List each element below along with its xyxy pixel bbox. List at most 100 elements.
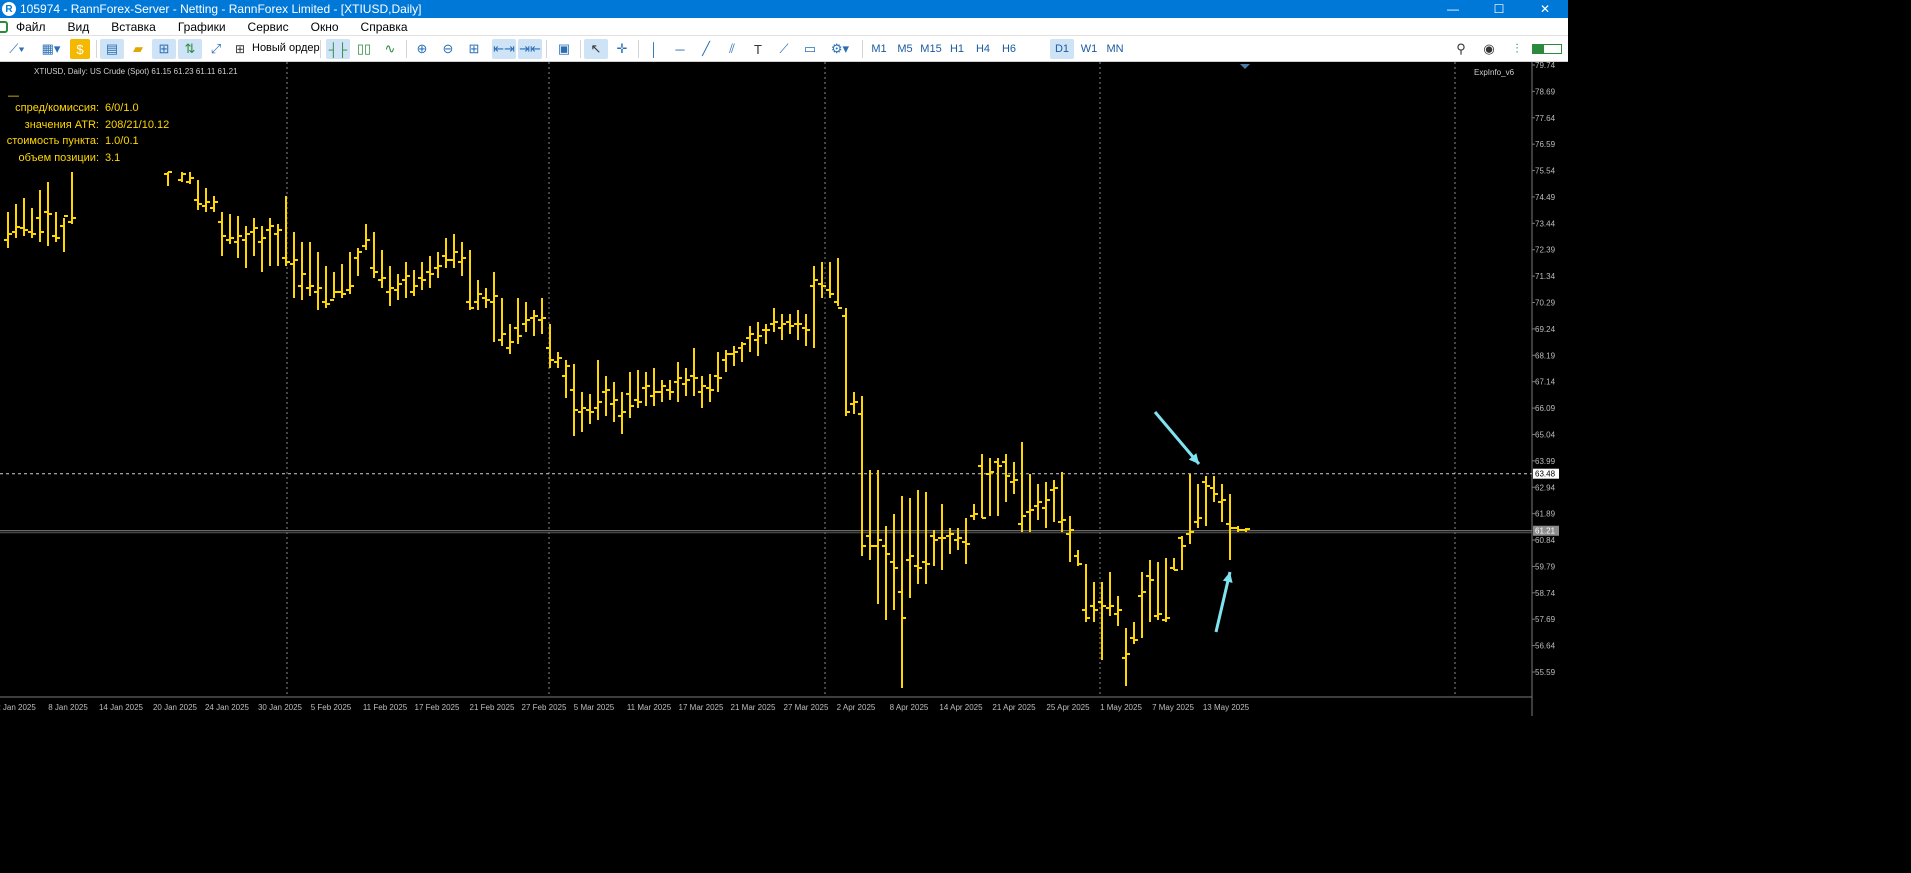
- trendline-icon[interactable]: ╱: [694, 39, 718, 59]
- price-bar: [778, 314, 786, 340]
- market-watch-icon[interactable]: ▤: [100, 39, 124, 59]
- autoscroll-icon[interactable]: ⇤⇥: [492, 39, 516, 59]
- line-chart-icon[interactable]: ∿: [378, 39, 402, 59]
- info-label-point-value: стоимость пункта:: [6, 135, 99, 147]
- price-bar: [164, 171, 172, 186]
- signal-strength-icon[interactable]: ⫶: [1506, 39, 1528, 59]
- timeframe-m5[interactable]: M5: [893, 39, 917, 59]
- window-titlebar[interactable]: R 105974 - RannForex-Server - Netting - …: [0, 0, 1568, 18]
- bar-chart-icon[interactable]: ┤├: [326, 39, 350, 59]
- annotation-arrow-up[interactable]: [1214, 571, 1233, 633]
- screenshot-camera-icon[interactable]: ▣: [552, 39, 576, 59]
- timeframe-h6[interactable]: H6: [997, 39, 1021, 59]
- chart-canvas[interactable]: 79.74 78.69 77.64 76.59 75.54 74.49 73.44 72.39…: [0, 62, 1568, 716]
- price-bar: [1058, 472, 1066, 532]
- price-bar: [522, 302, 530, 332]
- minimize-button[interactable]: —: [1430, 0, 1476, 18]
- price-bar: [1114, 596, 1122, 626]
- search-icon[interactable]: ⚲: [1450, 39, 1472, 59]
- price-bar: [322, 266, 330, 308]
- price-bar: [490, 272, 498, 342]
- connection-status-icon[interactable]: [1530, 39, 1564, 59]
- candlestick-chart-icon[interactable]: ▯▯: [352, 39, 376, 59]
- close-button[interactable]: ✕: [1522, 0, 1568, 18]
- price-bar: [482, 288, 490, 308]
- menu-charts[interactable]: Графики: [178, 20, 226, 34]
- timeframe-m1[interactable]: M1: [867, 39, 891, 59]
- menu-view[interactable]: Вид: [68, 20, 90, 34]
- data-window-icon[interactable]: ⊞: [152, 39, 176, 59]
- info-label-spread: спред/комиссия:: [15, 102, 99, 114]
- date-tick-label: 7 May 2025: [1152, 703, 1194, 712]
- chart-shift-icon[interactable]: ⇥⇤: [518, 39, 542, 59]
- price-bar: [546, 324, 554, 368]
- price-bar: [394, 274, 402, 300]
- price-bar: [762, 324, 770, 344]
- zoom-out-icon[interactable]: ⊖: [436, 39, 460, 59]
- price-bar: [434, 252, 442, 278]
- account-icon[interactable]: ◉: [1478, 39, 1500, 59]
- templates-dropdown-icon[interactable]: ▦▾: [36, 39, 66, 59]
- chart-type-dropdown-icon[interactable]: ⟋▾: [2, 39, 32, 59]
- objects-dropdown-icon[interactable]: ⚙▾: [824, 39, 856, 59]
- trade-signals-icon[interactable]: ⇅: [178, 39, 202, 59]
- info-value-spread: 6/0/1.0: [105, 102, 139, 114]
- timeframe-h4[interactable]: H4: [971, 39, 995, 59]
- menu-file[interactable]: Файл: [16, 20, 46, 34]
- price-bar: [1106, 572, 1114, 616]
- price-bar: [290, 232, 298, 298]
- timeframe-m15[interactable]: M15: [919, 39, 943, 59]
- indicator-label: ExpInfo_v6: [1474, 68, 1515, 77]
- new-order-button[interactable]: Новый ордер: [252, 42, 320, 54]
- price-bar: [1178, 536, 1186, 570]
- date-tick-label: 14 Jan 2025: [99, 703, 144, 712]
- price-bar: [20, 198, 28, 236]
- date-tick-label: 24 Jan 2025: [205, 703, 250, 712]
- navigator-folder-icon[interactable]: ▰: [126, 39, 150, 59]
- price-bar: [866, 470, 874, 560]
- chart-shift-marker[interactable]: [1240, 64, 1250, 69]
- price-bar: [4, 212, 12, 248]
- new-order-icon[interactable]: ⊞: [232, 39, 248, 59]
- text-tool-icon[interactable]: T: [746, 39, 770, 59]
- info-value-position-volume: 3.1: [105, 152, 121, 164]
- price-tick-label: 55.59: [1535, 668, 1556, 677]
- menu-insert[interactable]: Вставка: [111, 20, 156, 34]
- price-bar: [626, 372, 634, 418]
- maximize-button[interactable]: ☐: [1476, 0, 1522, 18]
- shapes-icon[interactable]: ▭: [798, 39, 822, 59]
- price-bar: [570, 364, 578, 436]
- price-chart[interactable]: 79.74 78.69 77.64 76.59 75.54 74.49 73.44 72.39…: [0, 62, 1568, 716]
- menu-tools[interactable]: Сервис: [248, 20, 289, 34]
- channel-icon[interactable]: ⫽: [720, 39, 744, 59]
- price-bar: [634, 370, 642, 408]
- horizontal-line-icon[interactable]: ─: [668, 39, 692, 59]
- price-bar: [610, 382, 618, 422]
- date-tick-label: 20 Jan 2025: [153, 703, 198, 712]
- price-bar: [1026, 474, 1034, 532]
- chart-header: XTIUSD, Daily: US Crude (Spot) 61.15 61.…: [34, 67, 238, 76]
- menu-window[interactable]: Окно: [311, 20, 339, 34]
- menu-help[interactable]: Справка: [361, 20, 408, 34]
- price-bar: [178, 172, 186, 182]
- fibonacci-icon[interactable]: ⟋: [772, 39, 796, 59]
- crosshair-icon[interactable]: ✛: [610, 39, 634, 59]
- annotation-arrow-down[interactable]: [1153, 411, 1201, 465]
- timeframe-h1[interactable]: H1: [945, 39, 969, 59]
- trading-dollar-icon[interactable]: $: [70, 39, 90, 59]
- price-bar: [1018, 442, 1026, 532]
- zoom-in-icon[interactable]: ⊕: [410, 39, 434, 59]
- timeframe-mn[interactable]: MN: [1103, 39, 1127, 59]
- price-bar: [666, 380, 674, 400]
- strategy-tester-icon[interactable]: ⤢: [204, 39, 228, 59]
- price-bar: [1194, 484, 1202, 528]
- timeframe-w1[interactable]: W1: [1077, 39, 1101, 59]
- timeframe-d1[interactable]: D1: [1050, 39, 1074, 59]
- terminal-menu-icon[interactable]: [0, 20, 8, 33]
- price-tick-label: 78.69: [1535, 87, 1556, 96]
- grid-icon[interactable]: ⊞: [462, 39, 486, 59]
- cursor-arrow-icon[interactable]: ↖: [584, 39, 608, 59]
- price-bar: [938, 504, 946, 570]
- price-bar: [1218, 484, 1226, 522]
- vertical-line-icon[interactable]: │: [642, 39, 666, 59]
